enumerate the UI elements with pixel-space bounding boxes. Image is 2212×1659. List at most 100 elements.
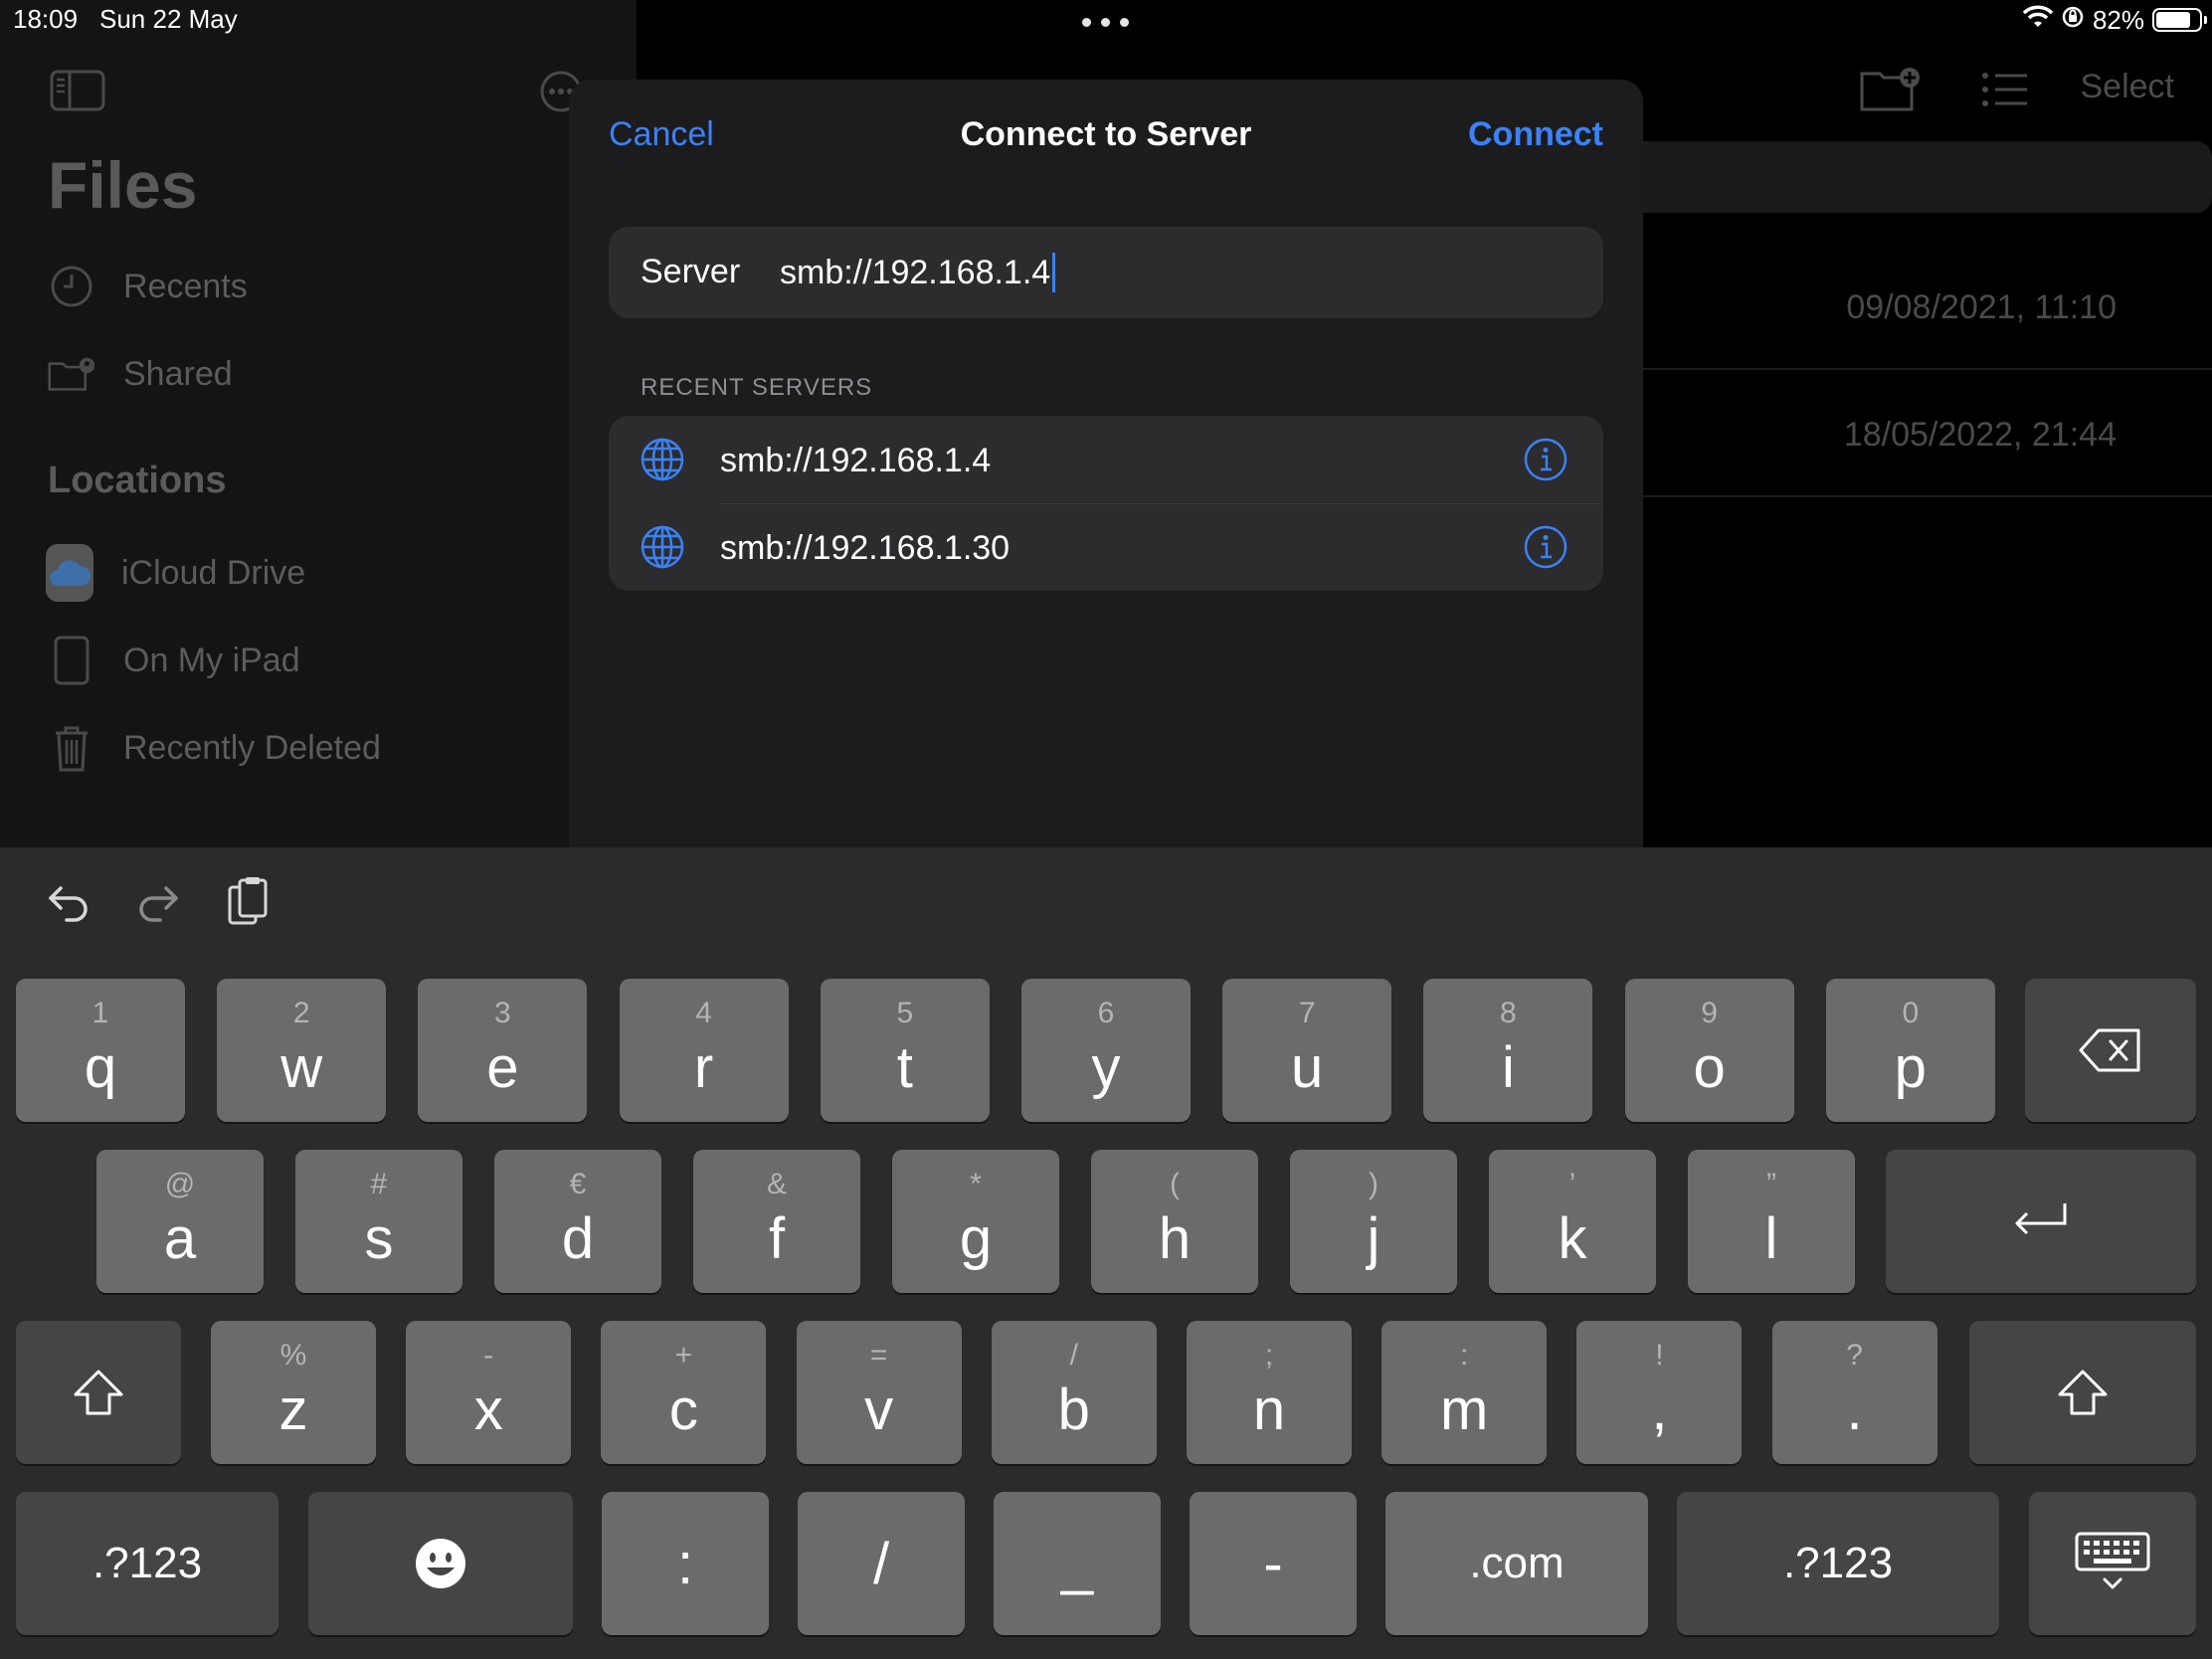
undo-icon[interactable] xyxy=(44,877,93,927)
key-y[interactable]: 6y xyxy=(1021,979,1191,1122)
key-label: k xyxy=(1558,1206,1587,1271)
row-divider xyxy=(1641,495,2212,497)
slash-key[interactable]: / xyxy=(798,1492,965,1635)
clock-icon xyxy=(48,265,95,308)
connect-button[interactable]: Connect xyxy=(1468,115,1603,154)
numbers-key-left[interactable]: .?123 xyxy=(16,1492,278,1635)
key-q[interactable]: 1q xyxy=(16,979,185,1122)
key-hint: 4 xyxy=(695,997,712,1029)
info-icon[interactable] xyxy=(1524,438,1567,481)
return-icon xyxy=(1886,1150,2196,1293)
key-b[interactable]: / b xyxy=(991,1321,1157,1464)
sidebar-item-label: Recently Deleted xyxy=(123,728,381,767)
dash-key[interactable]: - xyxy=(1190,1492,1357,1635)
key-c[interactable]: + c xyxy=(601,1321,767,1464)
icloud-icon xyxy=(46,544,93,602)
numbers-key-right[interactable]: .?123 xyxy=(1677,1492,1999,1635)
dismiss-keyboard-key[interactable] xyxy=(2029,1492,2196,1635)
cancel-button[interactable]: Cancel xyxy=(609,115,714,154)
multitasking-dots-icon[interactable] xyxy=(1082,18,1130,28)
globe-icon xyxy=(641,525,684,569)
redo-icon[interactable] xyxy=(133,877,183,927)
locations-heading[interactable]: Locations xyxy=(48,460,226,502)
underscore-key[interactable]: _ xyxy=(994,1492,1161,1635)
sidebar-item-label: On My iPad xyxy=(123,641,300,679)
key-j[interactable]: ) j xyxy=(1290,1150,1457,1293)
server-input-value: smb://192.168.1.4 xyxy=(780,253,1051,291)
key-hint: 0 xyxy=(1902,997,1920,1029)
shift-icon xyxy=(16,1321,181,1464)
key-label: e xyxy=(486,1035,519,1100)
paste-icon[interactable] xyxy=(223,877,273,927)
search-field[interactable] xyxy=(1591,141,2212,213)
key-label: o xyxy=(1693,1035,1726,1100)
key-m[interactable]: :m xyxy=(1382,1321,1548,1464)
key-hint: @ xyxy=(164,1168,196,1200)
key-hint: - xyxy=(483,1339,494,1372)
on-screen-keyboard: 1q2w3e4r5t6y7u8i9o0p @ a # s € d & f * g(h) j’ k” l … xyxy=(0,847,2212,1659)
key-comma[interactable]: !, xyxy=(1576,1321,1743,1464)
shift-icon xyxy=(1969,1321,2196,1464)
key-l[interactable]: ” l xyxy=(1688,1150,1855,1293)
key-u[interactable]: 7u xyxy=(1222,979,1392,1122)
select-button[interactable]: Select xyxy=(2081,68,2175,106)
colon-key[interactable]: : xyxy=(602,1492,769,1635)
key-s[interactable]: # s xyxy=(295,1150,462,1293)
key-r[interactable]: 4r xyxy=(619,979,789,1122)
key-a[interactable]: @ a xyxy=(96,1150,264,1293)
recent-server-row[interactable]: smb://192.168.1.30 xyxy=(609,503,1603,591)
shift-key-right[interactable] xyxy=(1969,1321,2196,1464)
recent-server-row[interactable]: smb://192.168.1.4 xyxy=(609,416,1603,504)
sidebar-item-on-my-ipad[interactable]: On My iPad xyxy=(48,631,300,690)
sidebar-item-icloud-drive[interactable]: iCloud Drive xyxy=(46,543,306,603)
key-o[interactable]: 9o xyxy=(1624,979,1794,1122)
return-key[interactable] xyxy=(1886,1150,2196,1293)
key-v[interactable]: = v xyxy=(796,1321,962,1464)
key-t[interactable]: 5t xyxy=(820,979,990,1122)
key-label: r xyxy=(693,1035,714,1100)
sidebar-toggle-icon[interactable] xyxy=(50,70,105,116)
key-hint: ( xyxy=(1170,1168,1180,1200)
key-label: m xyxy=(1440,1378,1489,1442)
key-f[interactable]: & f xyxy=(693,1150,860,1293)
key-x[interactable]: -x xyxy=(406,1321,572,1464)
key-label: d xyxy=(561,1206,595,1271)
sidebar-item-recents[interactable]: Recents xyxy=(48,257,248,316)
key-hint: ) xyxy=(1369,1168,1379,1200)
key-i[interactable]: 8i xyxy=(1423,979,1593,1122)
sidebar-item-shared[interactable]: Shared xyxy=(48,344,233,404)
new-folder-icon[interactable] xyxy=(1860,66,1922,116)
emoji-key[interactable] xyxy=(308,1492,573,1635)
key-label: l xyxy=(1764,1206,1778,1271)
key-label: c xyxy=(668,1378,698,1442)
key-label: q xyxy=(84,1035,117,1100)
sidebar-item-recently-deleted[interactable]: Recently Deleted xyxy=(48,718,381,778)
shift-key-left[interactable] xyxy=(16,1321,181,1464)
key-hint: ” xyxy=(1766,1168,1776,1200)
key-e[interactable]: 3e xyxy=(418,979,588,1122)
file-row-date: 18/05/2022, 21:44 xyxy=(1843,416,2117,454)
key-label: g xyxy=(959,1206,993,1271)
key-w[interactable]: 2w xyxy=(217,979,387,1122)
sidebar-item-label: Recents xyxy=(123,267,248,305)
server-field[interactable]: Server smb://192.168.1.4 xyxy=(609,227,1603,318)
key-period[interactable]: ?. xyxy=(1771,1321,1937,1464)
dotcom-key[interactable]: .com xyxy=(1385,1492,1648,1635)
key-hint: / xyxy=(1069,1339,1078,1372)
key-hint: 9 xyxy=(1701,997,1718,1029)
info-icon[interactable] xyxy=(1524,525,1567,569)
key-h[interactable]: (h xyxy=(1091,1150,1258,1293)
key-z[interactable]: % z xyxy=(211,1321,376,1464)
server-input[interactable]: smb://192.168.1.4 xyxy=(780,253,1056,292)
list-view-icon[interactable] xyxy=(1981,72,2029,112)
key-p[interactable]: 0p xyxy=(1825,979,1995,1122)
key-k[interactable]: ’ k xyxy=(1489,1150,1656,1293)
orientation-lock-icon xyxy=(2061,5,2085,36)
key-n[interactable]: ; n xyxy=(1187,1321,1352,1464)
emoji-icon xyxy=(308,1492,573,1635)
delete-key[interactable] xyxy=(2025,979,2196,1122)
key-d[interactable]: € d xyxy=(494,1150,661,1293)
key-g[interactable]: * g xyxy=(892,1150,1059,1293)
sidebar-item-label: iCloud Drive xyxy=(121,553,306,592)
key-label: j xyxy=(1367,1206,1381,1271)
